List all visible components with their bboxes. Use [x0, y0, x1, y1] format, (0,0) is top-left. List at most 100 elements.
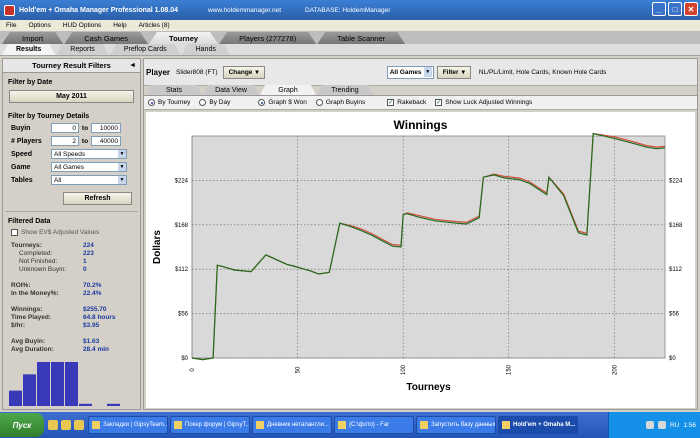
rakeback-label: Rakeback — [397, 99, 427, 106]
stat-value: $3.95 — [83, 321, 100, 329]
graph-buyins-option[interactable]: Graph Buyins — [315, 99, 365, 106]
taskbar-item[interactable]: Дневник неталантли... — [252, 416, 332, 434]
rakeback-checkbox[interactable]: ✓ — [387, 99, 395, 106]
filter-button[interactable]: Filter ▾ — [436, 65, 471, 79]
stat-label: ROI%: — [11, 281, 31, 289]
tray-icon[interactable] — [657, 421, 666, 429]
speed-select[interactable]: All Speeds ▼ — [51, 149, 127, 159]
game-select[interactable]: All Games ▼ — [51, 162, 127, 172]
tab-players[interactable]: Players (277278) — [219, 32, 316, 44]
rakeback-option[interactable]: ✓ Rakeback — [387, 99, 426, 106]
by-day-radio[interactable] — [199, 99, 207, 106]
stat-value: 70.2% — [83, 281, 102, 289]
tab-stats[interactable]: Stats — [146, 85, 202, 95]
taskbar-item[interactable]: Покер форум | GipsyT... — [170, 416, 250, 434]
tab-table-scanner[interactable]: Table Scanner — [317, 32, 405, 44]
by-tourney-option[interactable]: By Tourney — [148, 99, 190, 106]
start-button[interactable]: Пуск — [0, 413, 44, 437]
buyin-from-input[interactable]: 0 — [51, 123, 79, 133]
menu-options[interactable]: Options — [28, 22, 50, 29]
window-icon — [420, 421, 428, 429]
date-filter-title: Filter by Date — [8, 78, 53, 86]
show-luck-option[interactable]: ✓ Show Luck Adjusted Winnings — [435, 99, 532, 106]
tab-graph[interactable]: Graph — [260, 85, 316, 95]
players-to-label: to — [81, 137, 89, 145]
divider — [5, 211, 138, 212]
graph-won-radio[interactable] — [258, 99, 266, 106]
histogram-bar — [23, 374, 36, 406]
stat-value: 224 — [83, 241, 94, 249]
chart-title: Winnings — [394, 118, 448, 132]
change-player-button[interactable]: Change ▾ — [222, 65, 265, 79]
tab-results[interactable]: Results — [2, 44, 55, 55]
speed-value: All Speeds — [54, 151, 86, 158]
x-tick-label: 150 — [507, 364, 513, 375]
by-tourney-label: By Tourney — [158, 99, 191, 106]
stat-row: Time Played: 64.8 hours — [11, 313, 140, 321]
x-tick-label: 0 — [190, 368, 196, 372]
histogram-bar — [37, 362, 50, 406]
app-icon — [4, 4, 15, 16]
buyin-to-input[interactable]: 10000 — [91, 123, 121, 133]
tab-tourney[interactable]: Tourney — [149, 32, 218, 44]
collapse-icon[interactable]: ◄ — [129, 62, 136, 69]
taskbar-item-label: Закладки | GipsyTeam... — [103, 422, 168, 428]
show-luck-checkbox[interactable]: ✓ — [435, 99, 443, 106]
tab-trending[interactable]: Trending — [317, 85, 373, 95]
y-tick-label-left: $56 — [178, 312, 189, 318]
players-from-input[interactable]: 2 — [51, 136, 79, 146]
language-indicator[interactable]: RU — [670, 422, 679, 429]
player-label: Player — [146, 67, 171, 77]
menu-file[interactable]: File — [6, 22, 16, 29]
stat-row — [11, 329, 140, 337]
refresh-button[interactable]: Refresh — [63, 192, 132, 205]
graph-won-label: Graph $ Won — [268, 99, 307, 106]
close-button[interactable]: ✕ — [684, 2, 698, 16]
stat-value: $1.63 — [83, 337, 100, 345]
show-luck-label: Show Luck Adjusted Winnings — [445, 99, 533, 106]
taskbar-item[interactable]: Hold'em + Omaha M... — [498, 416, 578, 434]
window-icon — [174, 421, 182, 429]
stat-label: In the Money%: — [11, 289, 59, 297]
taskbar-item[interactable]: {C:\фото} - Far — [334, 416, 414, 434]
date-button[interactable]: May 2011 — [9, 90, 134, 103]
tables-select[interactable]: All ▼ — [51, 175, 127, 185]
window-url: www.holdemmanager.net — [208, 6, 282, 14]
menu-help[interactable]: Help — [113, 22, 126, 29]
maximize-button[interactable]: □ — [668, 2, 682, 16]
menu-hud-options[interactable]: HUD Options — [63, 22, 101, 29]
show-ev-label: Show EV$ Adjusted Values — [21, 229, 100, 236]
games-select[interactable]: All Games ▼ — [386, 65, 434, 79]
tab-cash-games[interactable]: Cash Games — [64, 32, 148, 44]
minimize-button[interactable]: _ — [652, 2, 666, 16]
tray-icon[interactable] — [645, 421, 654, 429]
window-title: Hold'em + Omaha Manager Professional 1.0… — [19, 6, 179, 14]
by-tourney-radio[interactable] — [148, 99, 155, 106]
histogram-bar — [65, 362, 78, 406]
chevron-down-icon: ▾ — [255, 69, 259, 76]
show-ev-checkbox[interactable] — [11, 229, 18, 236]
taskbar-item[interactable]: Запустить базу данных — [416, 416, 496, 434]
taskbar-item-label: Запустить базу данных — [431, 422, 496, 428]
y-tick-label-left: $0 — [181, 356, 188, 362]
show-ev-row[interactable]: Show EV$ Adjusted Values — [11, 229, 140, 236]
tab-reports[interactable]: Reports — [56, 44, 109, 55]
players-to-input[interactable]: 40000 — [91, 136, 121, 146]
tab-hands[interactable]: Hands — [182, 44, 230, 55]
graph-buyins-radio[interactable] — [315, 99, 323, 106]
taskbar-item[interactable]: Закладки | GipsyTeam... — [88, 416, 168, 434]
by-day-option[interactable]: By Day — [199, 99, 230, 106]
quicklaunch-icon[interactable] — [48, 420, 58, 430]
stat-row: Avg Buyin: $1.63 — [11, 337, 140, 345]
tab-import[interactable]: Import — [2, 32, 63, 44]
stat-row: Tourneys: 224 — [11, 241, 140, 249]
tables-row: Tables All ▼ — [11, 174, 140, 186]
graph-won-option[interactable]: Graph $ Won — [258, 99, 307, 106]
y-tick-label-left: $224 — [175, 178, 189, 184]
tab-preflop-cards[interactable]: Preflop Cards — [110, 44, 181, 55]
menu-articles[interactable]: Articles (8) — [139, 22, 170, 29]
stat-label: Unknown Buyin: — [19, 265, 66, 273]
quicklaunch-icon[interactable] — [61, 420, 71, 430]
quicklaunch-icon[interactable] — [74, 420, 84, 430]
tab-data-view[interactable]: Data View — [203, 85, 259, 95]
